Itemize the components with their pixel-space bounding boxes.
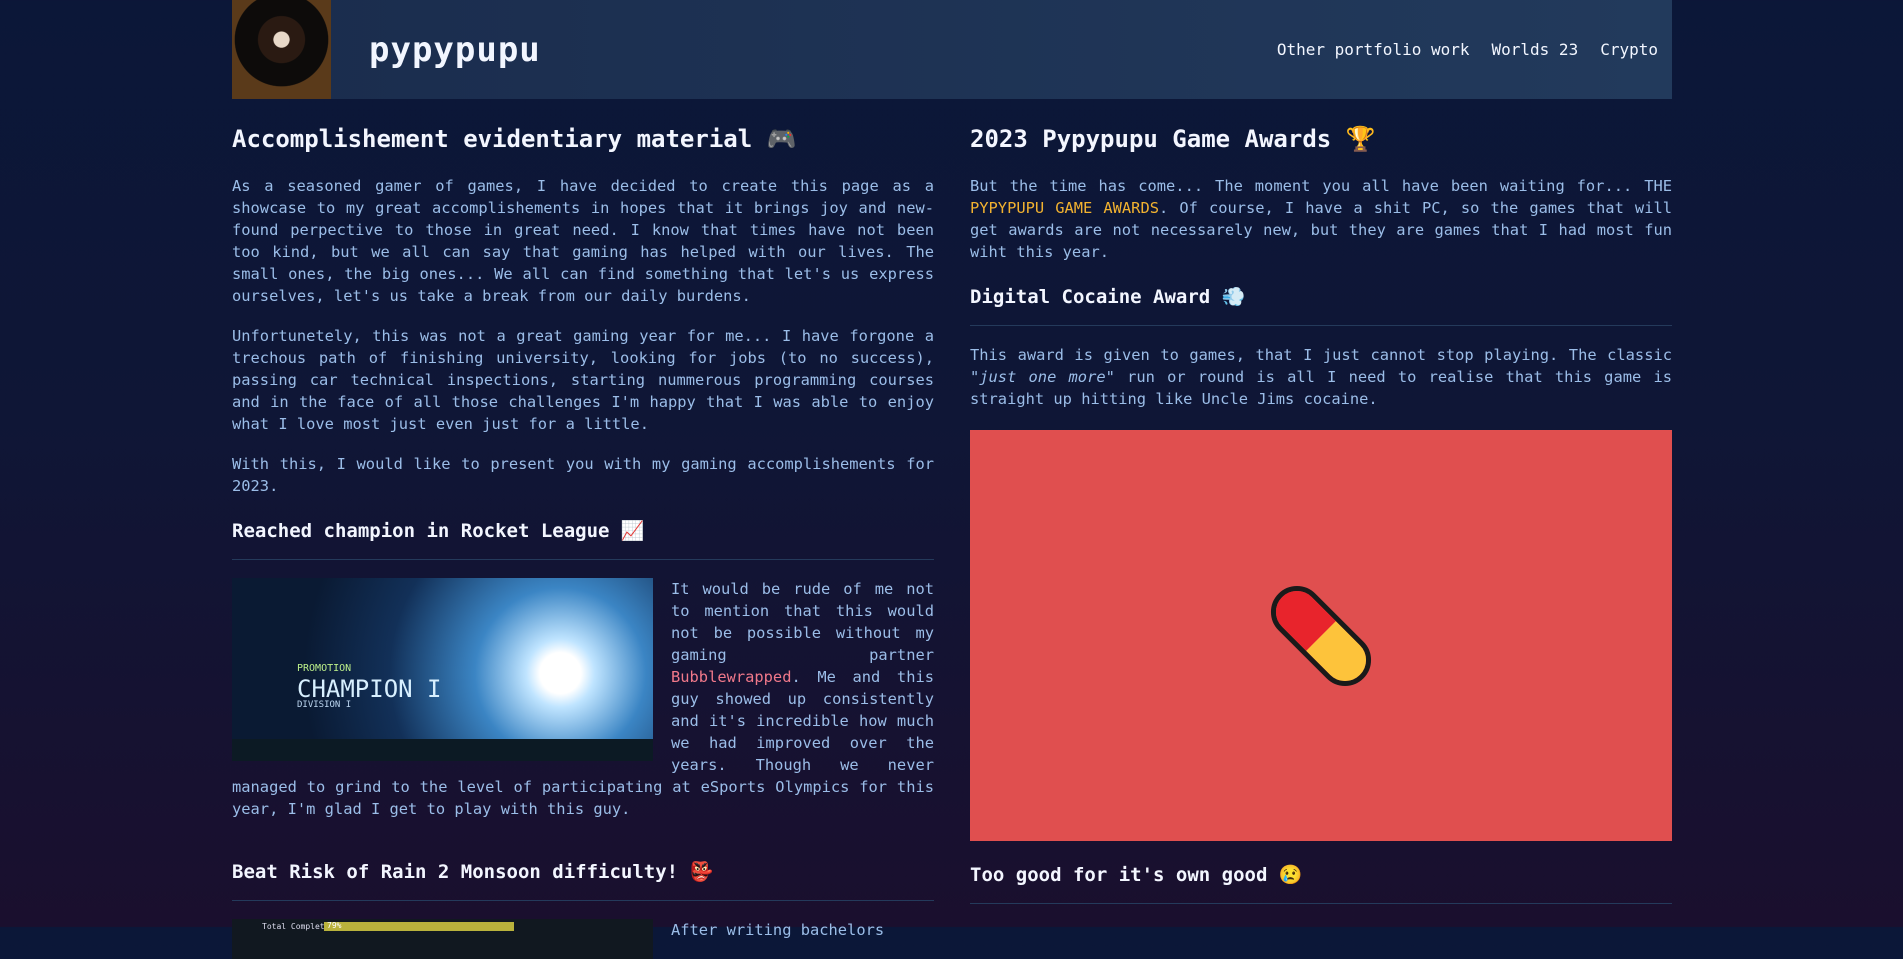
digital-cocaine-heading: Digital Cocaine Award 💨: [970, 285, 1672, 326]
completion-percent: 79%: [327, 921, 342, 930]
intro-paragraph-3: With this, I would like to present you w…: [232, 455, 934, 495]
intro-paragraph-2: Unfortunetely, this was not a great gami…: [232, 327, 934, 433]
nav-worlds-23[interactable]: Worlds 23: [1492, 40, 1579, 59]
awards-highlight: PYPYPUPU GAME AWARDS: [970, 199, 1159, 217]
left-column: Accomplishement evidentiary material 🎮 A…: [232, 99, 934, 959]
right-column: 2023 Pypypupu Game Awards 🏆 But the time…: [970, 99, 1672, 959]
promo-label: PROMOTION: [297, 663, 352, 674]
digital-cocaine-paragraph: This award is given to games, that I jus…: [970, 344, 1672, 410]
risk-of-rain-image: Total Completion 79%: [232, 919, 653, 959]
awards-intro: But the time has come... The moment you …: [970, 175, 1672, 263]
pill-icon: [1260, 574, 1382, 697]
risk-of-rain-section: Total Completion 79% After writing bache…: [232, 919, 934, 959]
site-header: pypypupu Other portfolio work Worlds 23 …: [232, 0, 1672, 99]
rank-label: CHAMPION I: [297, 675, 442, 703]
awards-title: 2023 Pypypupu Game Awards 🏆: [970, 125, 1376, 153]
awards-intro-before: But the time has come... The moment you …: [970, 177, 1672, 195]
pill-illustration: [970, 430, 1672, 841]
section-title: Accomplishement evidentiary material 🎮: [232, 125, 797, 153]
division-label: DIVISION I: [297, 700, 352, 710]
award1-emphasis: "just one more": [970, 368, 1115, 386]
rocket-league-section: PROMOTION CHAMPION I DIVISION I It would…: [232, 578, 934, 838]
award1-before: This award is given to games, that I jus…: [970, 346, 1672, 364]
partner-link[interactable]: Bubblewrapped: [671, 668, 791, 686]
nav-other-portfolio-work[interactable]: Other portfolio work: [1277, 40, 1470, 59]
rl-text-before: It would be rude of me not to mention th…: [671, 580, 934, 664]
rocket-league-heading: Reached champion in Rocket League 📈: [232, 519, 934, 560]
avatar: [232, 0, 331, 99]
risk-of-rain-heading: Beat Risk of Rain 2 Monsoon difficulty! …: [232, 860, 934, 901]
intro-paragraph-1: As a seasoned gamer of games, I have dec…: [232, 177, 934, 305]
site-brand[interactable]: pypypupu: [369, 30, 541, 70]
rocket-league-rank-image: PROMOTION CHAMPION I DIVISION I: [232, 578, 653, 761]
main-nav: Other portfolio work Worlds 23 Crypto: [1277, 40, 1658, 59]
image-bottom-bar: [232, 739, 653, 761]
too-good-heading: Too good for it's own good 😢: [970, 863, 1672, 904]
nav-crypto[interactable]: Crypto: [1600, 40, 1658, 59]
